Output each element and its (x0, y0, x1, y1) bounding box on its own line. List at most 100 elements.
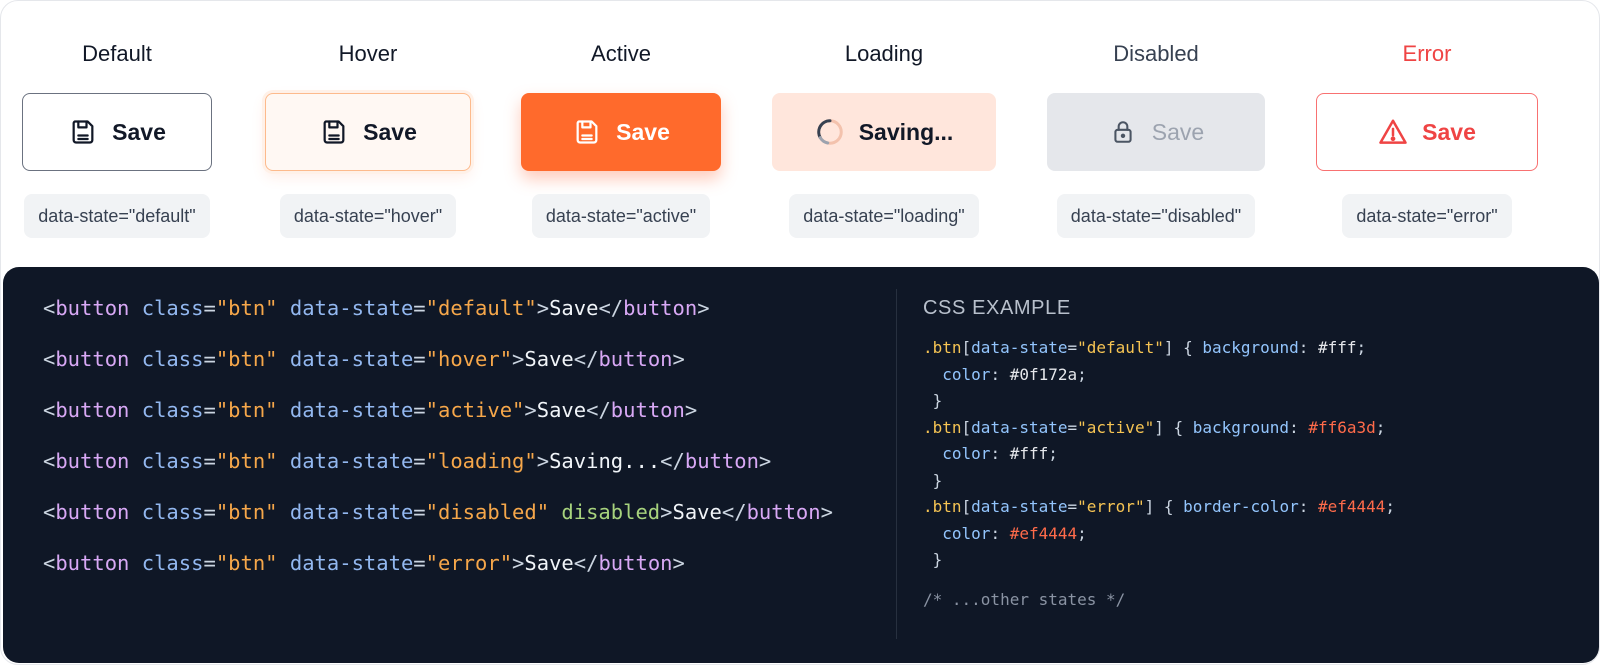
code-token: = (413, 347, 426, 371)
button-label: Save (1151, 118, 1205, 145)
html-code-line: <button class="btn" data-state="hover">S… (43, 342, 833, 393)
code-token: = (203, 296, 216, 320)
save-button-loading[interactable]: Saving... (772, 93, 996, 171)
button-label: Save (1422, 118, 1476, 145)
code-token: #ff6a3d (1308, 417, 1376, 437)
css-code-line: .btn[data-state="error"] { border-color:… (923, 494, 1395, 521)
code-token: </ (573, 551, 599, 575)
state-title-disabled: Disabled (1113, 41, 1199, 66)
save-button-default[interactable]: Save (22, 93, 212, 171)
code-token: : (990, 444, 1010, 463)
code-token: [ (961, 417, 972, 437)
html-code-line: <button class="btn" data-state="loading"… (43, 444, 833, 495)
save-button-hover[interactable]: Save (265, 93, 471, 171)
code-token: border-color (1183, 497, 1299, 516)
code-token: "btn" (215, 398, 278, 422)
save-button-active[interactable]: Save (521, 93, 721, 171)
code-token: #fff (1317, 338, 1357, 357)
code-token: : (990, 364, 1010, 384)
code-token: "active" (425, 398, 525, 422)
state-chip-active: data-state="active" (531, 194, 711, 238)
code-token: #ef4444 (1009, 523, 1078, 543)
code-panel: <button class="btn" data-state="default"… (3, 267, 1599, 663)
code-token: } (923, 391, 943, 410)
code-token: class (141, 398, 204, 422)
css-code-line: .btn[data-state="active"] { background: … (923, 415, 1395, 442)
code-token: Save (672, 500, 722, 524)
save-icon (572, 117, 602, 147)
save-button-error[interactable]: Save (1316, 93, 1538, 171)
code-token: > (512, 551, 525, 575)
code-token: class (141, 347, 204, 371)
code-token: "disabled" (425, 500, 550, 524)
code-token: [ (961, 338, 972, 357)
code-token: #0f172a (1009, 364, 1078, 384)
state-chip-loading: data-state="loading" (789, 194, 979, 238)
code-token: > (660, 500, 673, 524)
code-token: = (203, 551, 216, 575)
code-token: button (746, 500, 821, 524)
code-token: = (203, 500, 216, 524)
code-token: button (623, 296, 698, 320)
code-token: </ (573, 347, 599, 371)
code-token: [ (961, 497, 972, 516)
code-token: < (43, 449, 56, 473)
code-token: ] { (1144, 497, 1184, 516)
code-token: </ (721, 500, 747, 524)
code-token: ; (1375, 417, 1386, 437)
html-code-line: <button class="btn" data-state="disabled… (43, 495, 833, 546)
code-token: ; (1077, 364, 1087, 384)
code-token: "default" (425, 296, 537, 320)
code-token: data-state (289, 296, 414, 320)
save-button-disabled[interactable]: Save (1047, 93, 1265, 171)
button-label: Save (616, 118, 670, 145)
state-title-error: Error (1402, 41, 1452, 66)
code-token: = (203, 398, 216, 422)
css-code-line: .btn[data-state="default"] { background:… (923, 335, 1395, 362)
code-token: < (43, 296, 56, 320)
html-code-block: <button class="btn" data-state="default"… (43, 291, 833, 597)
code-token: > (758, 449, 772, 473)
state-column-hover: Hover Save data-state="hover" (238, 39, 498, 238)
code-divider (896, 289, 897, 639)
css-code-line: color: #ef4444; (923, 521, 1395, 548)
code-token: </ (660, 449, 685, 473)
code-token: .btn (923, 497, 962, 516)
css-code-line: } (923, 388, 1395, 415)
code-token: </ (598, 296, 624, 320)
html-code-line: <button class="btn" data-state="active">… (43, 393, 833, 444)
code-token: color (942, 523, 991, 543)
code-token: = (413, 296, 426, 320)
code-token: button (55, 296, 130, 320)
css-example: CSS EXAMPLE .btn[data-state="default"] {… (923, 291, 1395, 609)
button-label: Save (112, 118, 166, 145)
code-token: ; (1048, 444, 1058, 463)
code-token: button (610, 398, 685, 422)
warning-icon (1378, 117, 1408, 147)
code-token: > (672, 551, 685, 575)
code-token: = (1067, 417, 1078, 437)
code-token: > (820, 500, 833, 524)
state-title-hover: Hover (338, 41, 398, 66)
code-token: button (684, 449, 759, 473)
save-icon (319, 117, 349, 147)
state-chip-hover: data-state="hover" (279, 194, 457, 238)
state-column-loading: Loading Saving... data-state="loading" (754, 39, 1014, 238)
css-code-line: color: #0f172a; (923, 362, 1395, 389)
code-token: button (55, 449, 130, 473)
code-token: : (1298, 497, 1318, 516)
code-token: button (55, 500, 130, 524)
code-token: "error" (425, 551, 513, 575)
